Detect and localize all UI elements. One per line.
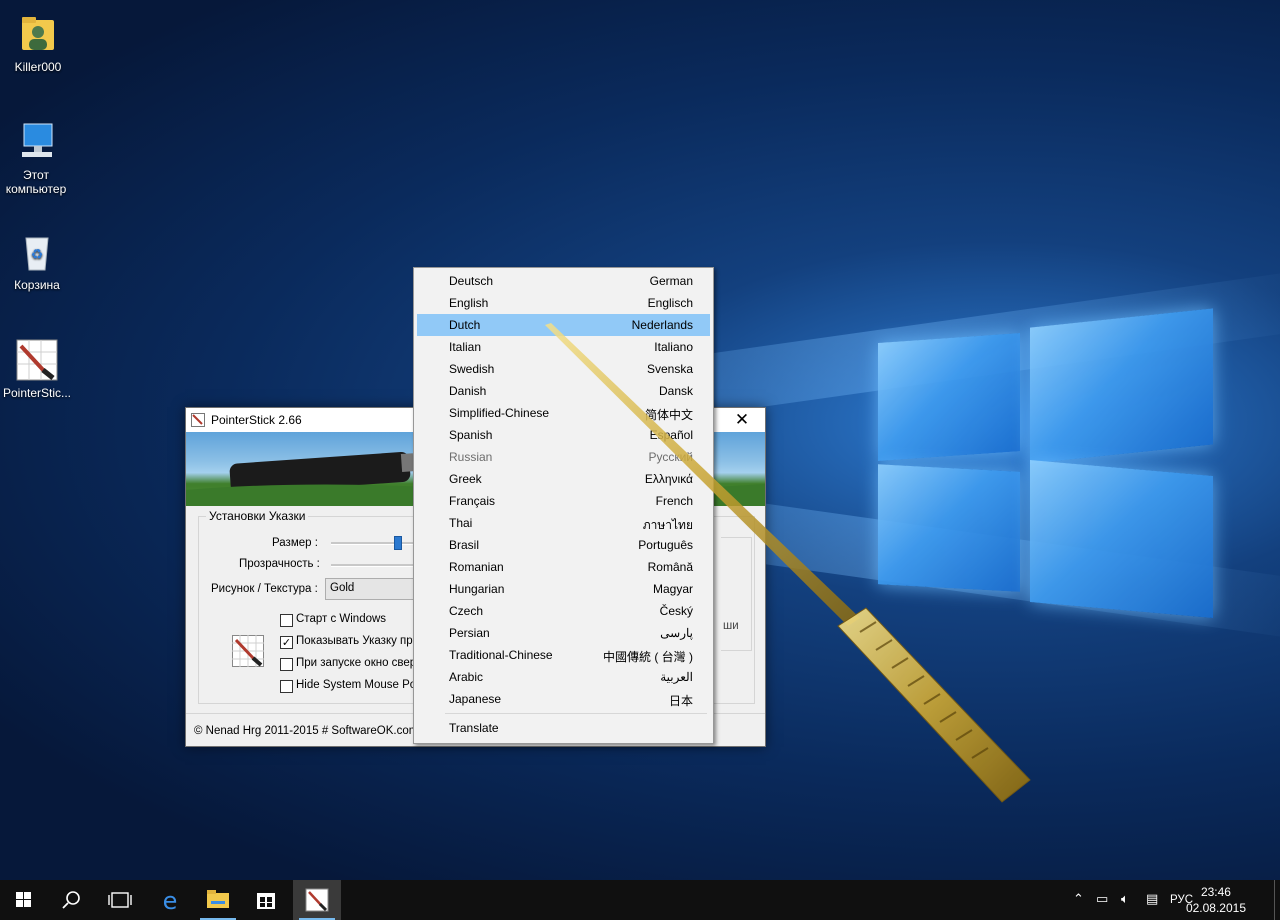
texture-value: Gold (330, 582, 355, 594)
size-slider[interactable] (331, 542, 421, 545)
golden-pointer-stick (545, 323, 1031, 803)
size-slider-thumb[interactable] (394, 536, 402, 550)
pointerstick-icon (15, 338, 59, 382)
menu-item-native: German (649, 274, 693, 288)
checkbox-label: Показывать Указку при (296, 635, 420, 647)
menu-item-label: Czech (449, 604, 484, 618)
edge-icon: e (163, 887, 178, 915)
checkbox-label: При запуске окно свер (296, 657, 417, 669)
desktop-icon-label: Этот компьютер (5, 168, 67, 196)
texture-label: Рисунок / Текстура : (211, 583, 318, 595)
menu-item-label: Traditional-Chinese (449, 648, 553, 662)
transparency-slider[interactable] (331, 564, 421, 567)
checkbox-label: Старт с Windows (296, 613, 387, 625)
menu-item-native: Englisch (647, 296, 693, 310)
network-icon[interactable]: ▭ (1096, 892, 1108, 907)
menu-item-deutsch[interactable]: Deutsch German (417, 270, 710, 292)
pointerstick-icon (305, 888, 329, 912)
window-title: PointerStick 2.66 (211, 413, 302, 427)
menu-item-label: Swedish (449, 362, 495, 376)
menu-item-label: Dutch (449, 318, 481, 332)
clock-date: 02.08.2015 (1185, 901, 1246, 915)
size-label: Размер : (272, 537, 318, 549)
clock[interactable]: 23:46 02.08.2015 (1186, 884, 1246, 916)
desktop-icon-recycle-bin[interactable]: ♻ Корзина (0, 230, 75, 292)
desktop-icon-user[interactable]: Killer000 (0, 12, 76, 74)
menu-item-label: Translate (449, 721, 499, 735)
desktop-icon-label: PointerStic... (2, 386, 72, 400)
desktop-icon-label: Killer000 (14, 60, 62, 74)
menu-item-label: Spanish (449, 428, 493, 442)
start-button[interactable] (0, 880, 48, 920)
app-icon (191, 413, 205, 427)
task-view-button[interactable] (96, 880, 144, 920)
taskbar-file-explorer[interactable] (194, 880, 242, 920)
desktop-icon-label: Корзина (14, 278, 60, 292)
windows-start-icon (16, 892, 31, 907)
recycle-bin-icon: ♻ (15, 230, 59, 274)
group-title: Установки Указки (206, 509, 309, 523)
clock-time: 23:46 (1200, 885, 1231, 899)
folder-icon (207, 890, 229, 908)
task-view-icon (108, 892, 132, 908)
menu-item-label: Brasil (449, 538, 480, 552)
menu-item-label: Italian (449, 340, 482, 354)
desktop-icon-pointerstick[interactable]: PointerStic... (0, 338, 75, 400)
search-icon (62, 891, 80, 909)
show-desktop-button[interactable] (1274, 880, 1280, 920)
menu-item-label: Danish (449, 384, 487, 398)
desktop-icon-this-pc[interactable]: Этот компьютер (0, 120, 74, 196)
svg-text:♻: ♻ (31, 246, 44, 262)
menu-item-label: Persian (449, 626, 490, 640)
store-icon (257, 893, 275, 909)
svg-text:e: e (163, 887, 178, 915)
copyright-text: © Nenad Hrg 2011-2015 # SoftwareOK.com (194, 725, 419, 737)
menu-item-label: Hungarian (449, 582, 505, 596)
menu-item-label: Arabic (449, 670, 484, 684)
taskbar-pointerstick[interactable] (293, 880, 341, 920)
transparency-label: Прозрачность : (239, 558, 320, 570)
checkbox-box[interactable]: ✓ (280, 636, 293, 649)
checkbox-box[interactable] (280, 658, 293, 671)
action-center-icon[interactable]: ▤ (1146, 892, 1158, 907)
menu-item-label: Deutsch (449, 274, 494, 288)
texture-select[interactable]: Gold (325, 578, 427, 600)
checkbox-box[interactable] (280, 680, 293, 693)
checkbox-label: Hide System Mouse Point (296, 679, 429, 691)
checkbox-box[interactable] (280, 614, 293, 627)
search-button[interactable] (48, 880, 96, 920)
volume-icon[interactable]: 🔈︎ (1121, 892, 1129, 907)
menu-item-label: Romanian (449, 560, 504, 574)
menu-item-label: English (449, 296, 489, 310)
taskbar-store[interactable] (242, 880, 290, 920)
computer-icon (14, 120, 58, 164)
menu-item-label: Français (449, 494, 496, 508)
menu-item-label: Greek (449, 472, 482, 486)
user-folder-icon (16, 12, 60, 56)
menu-item-label: Russian (449, 450, 493, 464)
menu-item-label: Thai (449, 516, 473, 530)
menu-item-label: Japanese (449, 692, 502, 706)
taskbar: e ⌃ ▭ 🔈︎ ▤ РУС 23:46 02.08.2015 (0, 880, 1280, 920)
chevron-up-icon[interactable]: ⌃ (1073, 892, 1084, 907)
taskbar-edge[interactable]: e (146, 880, 194, 920)
pointer-preview-icon (232, 635, 264, 667)
menu-item-label: Simplified-Chinese (449, 406, 550, 420)
menu-item-english[interactable]: English Englisch (417, 292, 710, 314)
